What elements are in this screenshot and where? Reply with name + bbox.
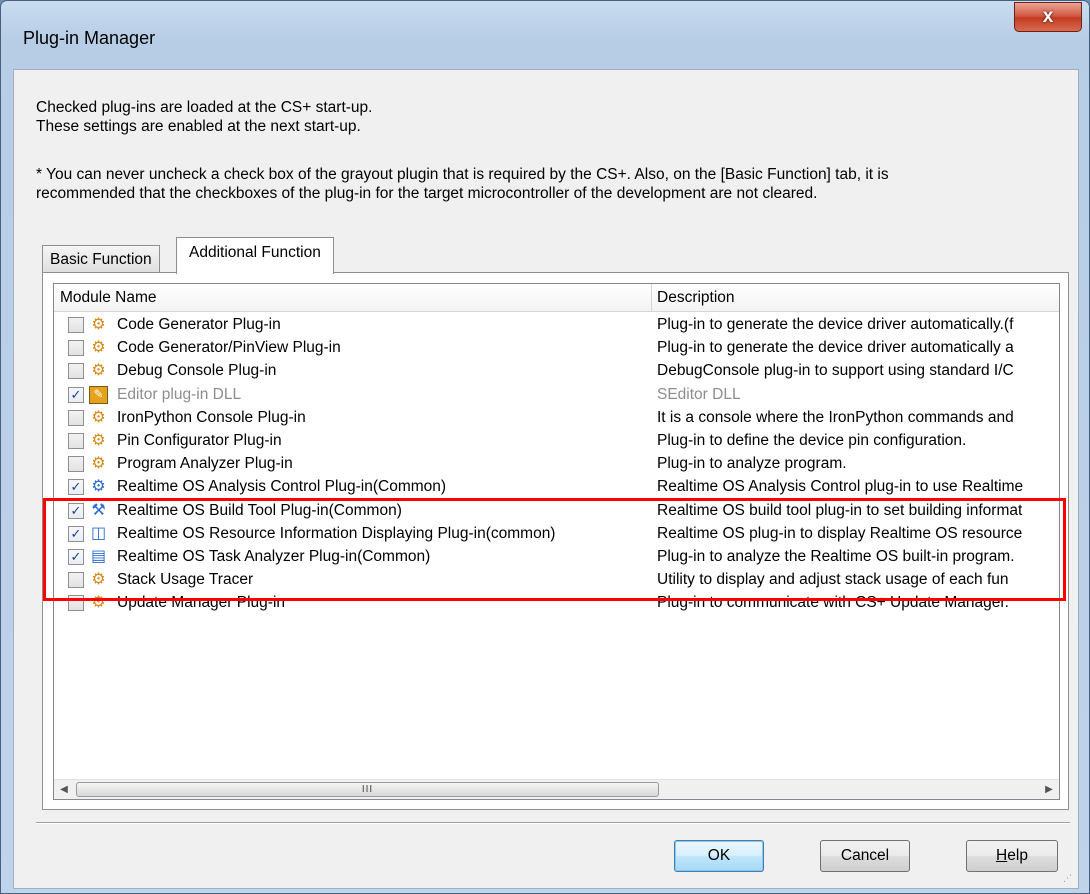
plugin-row[interactable]: ⚙ Code Generator/PinView Plug-in Plug-in t… bbox=[54, 336, 1059, 359]
plugin-description: Realtime OS plug-in to display Realtime … bbox=[657, 524, 1023, 542]
plugin-description: Plug-in to define the device pin configu… bbox=[657, 431, 967, 449]
plugin-row[interactable]: ⚙ Program Analyzer Plug-in Plug-in to anal… bbox=[54, 452, 1059, 475]
title-bar[interactable]: Plug-in Manager x bbox=[1, 1, 1089, 69]
plugin-description: Plug-in to analyze the Realtime OS built… bbox=[657, 547, 1015, 565]
plugin-name: Code Generator Plug-in bbox=[117, 316, 281, 333]
close-button[interactable]: x bbox=[1014, 2, 1082, 32]
plugin-description: SEditor DLL bbox=[657, 385, 741, 403]
plugin-name: Realtime OS Build Tool Plug-in(Common) bbox=[117, 501, 402, 519]
tab-panel: Module Name Description ⚙ Code Generator … bbox=[42, 272, 1069, 810]
plugin-name: Debug Console Plug-in bbox=[117, 362, 277, 380]
plugin-checkbox[interactable] bbox=[68, 340, 84, 357]
plugin-checkbox[interactable] bbox=[68, 317, 84, 333]
gear-plugin-icon: ⚙ bbox=[91, 571, 106, 589]
rtos-resource-icon: ◫ bbox=[90, 524, 107, 542]
plugin-row[interactable]: ✓ ✎ Editor plug-in DLL SEditor DLL bbox=[54, 383, 1059, 406]
plugin-description: Utility to display and adjust stack usag… bbox=[657, 571, 1009, 589]
plugin-name: Realtime OS Analysis Control Plug-in(Com… bbox=[117, 478, 447, 496]
gear-plugin-icon: ⚙ bbox=[91, 316, 106, 333]
info-line-1: Checked plug-ins are loaded at the CS+ s… bbox=[36, 99, 373, 116]
resize-grip-icon[interactable]: ⋰ bbox=[1063, 873, 1075, 885]
plugin-checkbox[interactable] bbox=[68, 572, 84, 589]
plugin-row[interactable]: ⚙ Code Generator Plug-in Plug-in to genera… bbox=[54, 313, 1059, 336]
horizontal-scrollbar[interactable]: ◀ III ▶ bbox=[54, 779, 1059, 799]
info-line-2: These settings are enabled at the next s… bbox=[36, 118, 361, 135]
plugin-checkbox[interactable] bbox=[68, 595, 84, 612]
note-line-2: recommended that the checkboxes of the p… bbox=[36, 185, 818, 202]
plugin-row[interactable]: ⚙ Stack Usage Tracer Utility to display an… bbox=[54, 568, 1059, 591]
gear-plugin-icon: ⚙ bbox=[91, 431, 106, 449]
plugin-description: Plug-in to generate the device driver au… bbox=[657, 316, 1014, 333]
plugin-name: Stack Usage Tracer bbox=[117, 571, 254, 589]
plugin-description: Realtime OS Analysis Control plug-in to … bbox=[657, 478, 1024, 496]
note-line-1: * You can never uncheck a check box of t… bbox=[36, 166, 889, 183]
rtos-build-icon: ⚒ bbox=[91, 501, 106, 519]
tab-additional-function[interactable]: Additional Function bbox=[176, 237, 334, 274]
plugin-name: Pin Configurator Plug-in bbox=[117, 431, 282, 449]
plugin-checkbox[interactable] bbox=[68, 456, 84, 473]
plugin-checkbox[interactable]: ✓ bbox=[68, 502, 84, 519]
gear-plugin-icon: ⚙ bbox=[91, 339, 106, 357]
plugin-name: Editor plug-in DLL bbox=[117, 385, 242, 403]
column-header-module-name[interactable]: Module Name bbox=[54, 284, 157, 312]
plugin-checkbox[interactable]: ✓ bbox=[68, 479, 84, 496]
plugin-checkbox: ✓ bbox=[68, 386, 84, 403]
plugin-description: It is a console where the IronPython com… bbox=[657, 408, 1014, 426]
plugin-row[interactable]: ✓ ⚒ Realtime OS Build Tool Plug-in(Common)… bbox=[54, 499, 1059, 522]
plugin-name: Realtime OS Task Analyzer Plug-in(Common… bbox=[117, 547, 431, 565]
plugin-manager-window: Plug-in Manager x Checked plug-ins are l… bbox=[0, 0, 1090, 894]
plugin-name: Program Analyzer Plug-in bbox=[117, 455, 293, 473]
plugin-description: Plug-in to analyze program. bbox=[657, 455, 847, 473]
scrollbar-thumb[interactable]: III bbox=[76, 782, 659, 797]
plugin-row[interactable]: ⚙ IronPython Console Plug-in It is a conso… bbox=[54, 406, 1059, 429]
plugin-row[interactable]: ✓ ⚙ Realtime OS Analysis Control Plug-in(C… bbox=[54, 475, 1059, 498]
plugin-description: Realtime OS build tool plug-in to set bu… bbox=[657, 501, 1023, 519]
plugin-checkbox[interactable]: ✓ bbox=[68, 548, 84, 565]
plugin-checkbox[interactable] bbox=[68, 432, 84, 449]
plugin-row[interactable]: ⚙ Debug Console Plug-in DebugConsole plug-… bbox=[54, 359, 1059, 382]
plugin-list[interactable]: Module Name Description ⚙ Code Generator … bbox=[53, 283, 1060, 800]
rtos-task-icon: ▤ bbox=[90, 547, 107, 565]
plugin-checkbox[interactable] bbox=[68, 409, 84, 426]
separator-line bbox=[36, 822, 1070, 824]
gear-plugin-icon: ⚙ bbox=[91, 362, 106, 380]
plugin-checkbox[interactable]: ✓ bbox=[68, 525, 84, 542]
plugin-description: DebugConsole plug-in to support using st… bbox=[657, 362, 1014, 380]
plugin-name: Code Generator/PinView Plug-in bbox=[117, 339, 341, 357]
plugin-row[interactable]: ⚙ Pin Configurator Plug-in Plug-in to defi… bbox=[54, 429, 1059, 452]
list-rows: ⚙ Code Generator Plug-in Plug-in to genera… bbox=[54, 313, 1059, 614]
plugin-row[interactable]: ⚙ Update Manager Plug-in Plug-in to commun… bbox=[54, 591, 1059, 614]
gear-plugin-icon: ⚙ bbox=[91, 594, 106, 612]
plugin-name: Update Manager Plug-in bbox=[117, 594, 286, 612]
plugin-description: Plug-in to communicate with CS+ Update M… bbox=[657, 594, 1009, 612]
help-button-label: Help bbox=[996, 847, 1028, 864]
list-header: Module Name Description bbox=[54, 284, 1059, 312]
plugin-name: IronPython Console Plug-in bbox=[117, 408, 306, 426]
document-plugin-icon: ✎ bbox=[89, 385, 108, 404]
help-button[interactable]: Help bbox=[966, 840, 1058, 872]
scroll-left-arrow-icon[interactable]: ◀ bbox=[54, 780, 74, 799]
rtos-analysis-icon: ⚙ bbox=[91, 478, 106, 496]
plugin-checkbox[interactable] bbox=[68, 363, 84, 380]
column-header-description[interactable]: Description bbox=[651, 284, 735, 312]
gear-plugin-icon: ⚙ bbox=[91, 408, 106, 426]
scroll-right-arrow-icon[interactable]: ▶ bbox=[1039, 780, 1059, 799]
dialog-body: Checked plug-ins are loaded at the CS+ s… bbox=[13, 69, 1079, 889]
tab-basic-function[interactable]: Basic Function bbox=[42, 245, 160, 273]
cancel-button[interactable]: Cancel bbox=[820, 840, 910, 872]
plugin-name: Realtime OS Resource Information Display… bbox=[117, 524, 556, 542]
plugin-description: Plug-in to generate the device driver au… bbox=[657, 339, 1014, 357]
gear-plugin-icon: ⚙ bbox=[91, 455, 106, 473]
window-title: Plug-in Manager bbox=[23, 28, 156, 48]
plugin-row[interactable]: ✓ ◫ Realtime OS Resource Information Displ… bbox=[54, 522, 1059, 545]
plugin-row[interactable]: ✓ ▤ Realtime OS Task Analyzer Plug-in(Comm… bbox=[54, 545, 1059, 568]
ok-button[interactable]: OK bbox=[674, 840, 764, 872]
